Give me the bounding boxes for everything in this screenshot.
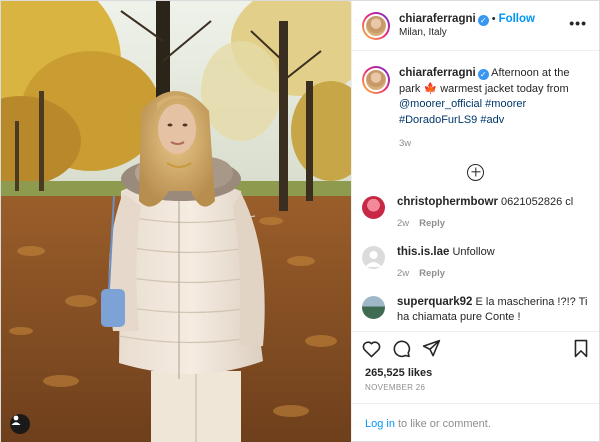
avatar[interactable]	[362, 11, 390, 40]
caption-avatar[interactable]	[362, 66, 390, 94]
likes-count[interactable]: 265,525 likes	[352, 365, 599, 381]
login-prompt: Log in to like or comment.	[352, 403, 599, 442]
post-date[interactable]: NOVEMBER 26	[352, 381, 599, 403]
location-link[interactable]: Milan, Italy	[399, 26, 535, 40]
comment-avatar[interactable]	[362, 245, 385, 269]
header-text: chiaraferragni ✓ • Follow Milan, Italy	[399, 12, 535, 40]
comment-avatar[interactable]	[362, 295, 385, 319]
login-link[interactable]: Log in	[365, 418, 395, 430]
reply-button[interactable]: Reply	[419, 268, 445, 279]
separator-dot: •	[491, 12, 496, 25]
maple-leaf-emoji: 🍁	[423, 82, 438, 95]
instagram-post: chiaraferragni ✓ • Follow Milan, Italy ••• …	[0, 0, 600, 442]
plus-circle-icon[interactable]	[467, 163, 484, 181]
caption: chiaraferragni ✓ Afternoon at the park 🍁 …	[362, 51, 589, 152]
comment-text: Unfollow	[452, 245, 495, 258]
login-text: to like or comment.	[397, 417, 491, 430]
caption-username[interactable]: chiaraferragni	[399, 67, 476, 79]
comments-section[interactable]: chiaraferragni ✓ Afternoon at the park 🍁 …	[352, 51, 599, 331]
heart-icon[interactable]	[362, 340, 381, 358]
comment-username[interactable]: superquark92	[397, 296, 472, 308]
comment-username[interactable]: this.is.lae	[397, 246, 449, 258]
user-tag-icon[interactable]	[10, 414, 30, 434]
comment-body: this.is.lae Unfollow 2w Reply	[397, 245, 495, 281]
post-side-panel: chiaraferragni ✓ • Follow Milan, Italy ••• …	[351, 1, 599, 442]
hashtag-link[interactable]: #moorer	[485, 98, 526, 110]
comment-time[interactable]: 2w	[397, 218, 409, 229]
comment-body: christophermbowr 0621052826 cl 2w Reply	[397, 195, 573, 231]
comment-item: superquark92 E la mascherina !?!? Ti ha …	[362, 295, 589, 325]
comment-username[interactable]: christophermbowr	[397, 196, 498, 208]
post-photo[interactable]	[1, 1, 351, 442]
bookmark-icon[interactable]	[573, 339, 589, 358]
action-bar	[352, 331, 599, 365]
caption-body: chiaraferragni ✓ Afternoon at the park 🍁 …	[399, 66, 589, 152]
more-options-icon[interactable]: •••	[569, 16, 587, 30]
post-header: chiaraferragni ✓ • Follow Milan, Italy •••	[352, 1, 599, 51]
follow-button[interactable]: Follow	[499, 13, 535, 25]
verified-badge-icon: ✓	[477, 14, 489, 26]
load-more-comments	[362, 163, 589, 181]
comment-body: superquark92 E la mascherina !?!? Ti ha …	[397, 295, 589, 325]
photo-illustration	[1, 1, 351, 442]
mention-link[interactable]: @moorer_official	[399, 98, 482, 110]
comment-time[interactable]: 2w	[397, 268, 409, 279]
comment-icon[interactable]	[392, 339, 411, 358]
comment-item: christophermbowr 0621052826 cl 2w Reply	[362, 195, 589, 231]
reply-button[interactable]: Reply	[419, 218, 445, 229]
comment-avatar[interactable]	[362, 195, 385, 219]
caption-time[interactable]: 3w	[399, 136, 589, 152]
verified-badge-icon: ✓	[477, 69, 489, 80]
comment-meta: 2w Reply	[397, 266, 495, 281]
hashtag-link[interactable]: #DoradoFurLS9	[399, 114, 477, 126]
caption-text-2: warmest jacket today from	[440, 82, 569, 95]
comment-item: this.is.lae Unfollow 2w Reply	[362, 245, 589, 281]
comment-meta: 2w Reply	[397, 216, 573, 231]
share-icon[interactable]	[422, 339, 441, 358]
header-username[interactable]: chiaraferragni	[399, 13, 476, 25]
hashtag-link[interactable]: #adv	[480, 114, 504, 126]
comment-text: 0621052826 cl	[501, 195, 574, 208]
